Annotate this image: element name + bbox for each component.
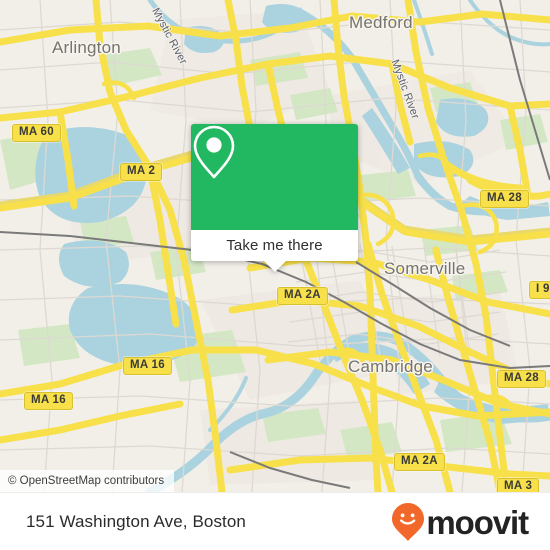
highway-shield-ma16-west: MA 16 [24, 392, 73, 410]
moovit-map-screenshot: Arlington Medford Somerville Cambridge M… [0, 0, 550, 550]
highway-shield-ma2: MA 2 [120, 163, 163, 181]
callout-pointer [263, 261, 286, 272]
moovit-smiley-pin-icon [392, 503, 425, 541]
osm-attribution[interactable]: © OpenStreetMap contributors [0, 470, 175, 492]
map-pin-icon [193, 125, 235, 179]
take-me-there-label: Take me there [226, 237, 323, 254]
highway-shield-ma2a-south: MA 2A [394, 453, 445, 471]
highway-shield-ma28-south: MA 28 [497, 370, 546, 388]
highway-shield-ma60: MA 60 [12, 124, 61, 142]
destination-callout[interactable]: Take me there [191, 124, 358, 272]
highway-shield-ma3: MA 3 [497, 478, 540, 492]
highway-shield-ma16-mid: MA 16 [123, 357, 172, 375]
callout-icon-area [191, 124, 358, 230]
highway-shield-ma2a-mid: MA 2A [277, 287, 328, 305]
address-label: 151 Washington Ave, Boston [26, 512, 246, 531]
moovit-brand: moovit [391, 502, 529, 542]
map-canvas[interactable]: Arlington Medford Somerville Cambridge M… [0, 0, 550, 492]
moovit-wordmark: moovit [426, 503, 529, 541]
footer-bar: 151 Washington Ave, Boston moovit [0, 492, 550, 550]
highway-shield-i93: I 9 [529, 281, 550, 299]
callout-action-area[interactable]: Take me there [191, 230, 358, 272]
highway-shield-ma28-north: MA 28 [480, 190, 529, 208]
